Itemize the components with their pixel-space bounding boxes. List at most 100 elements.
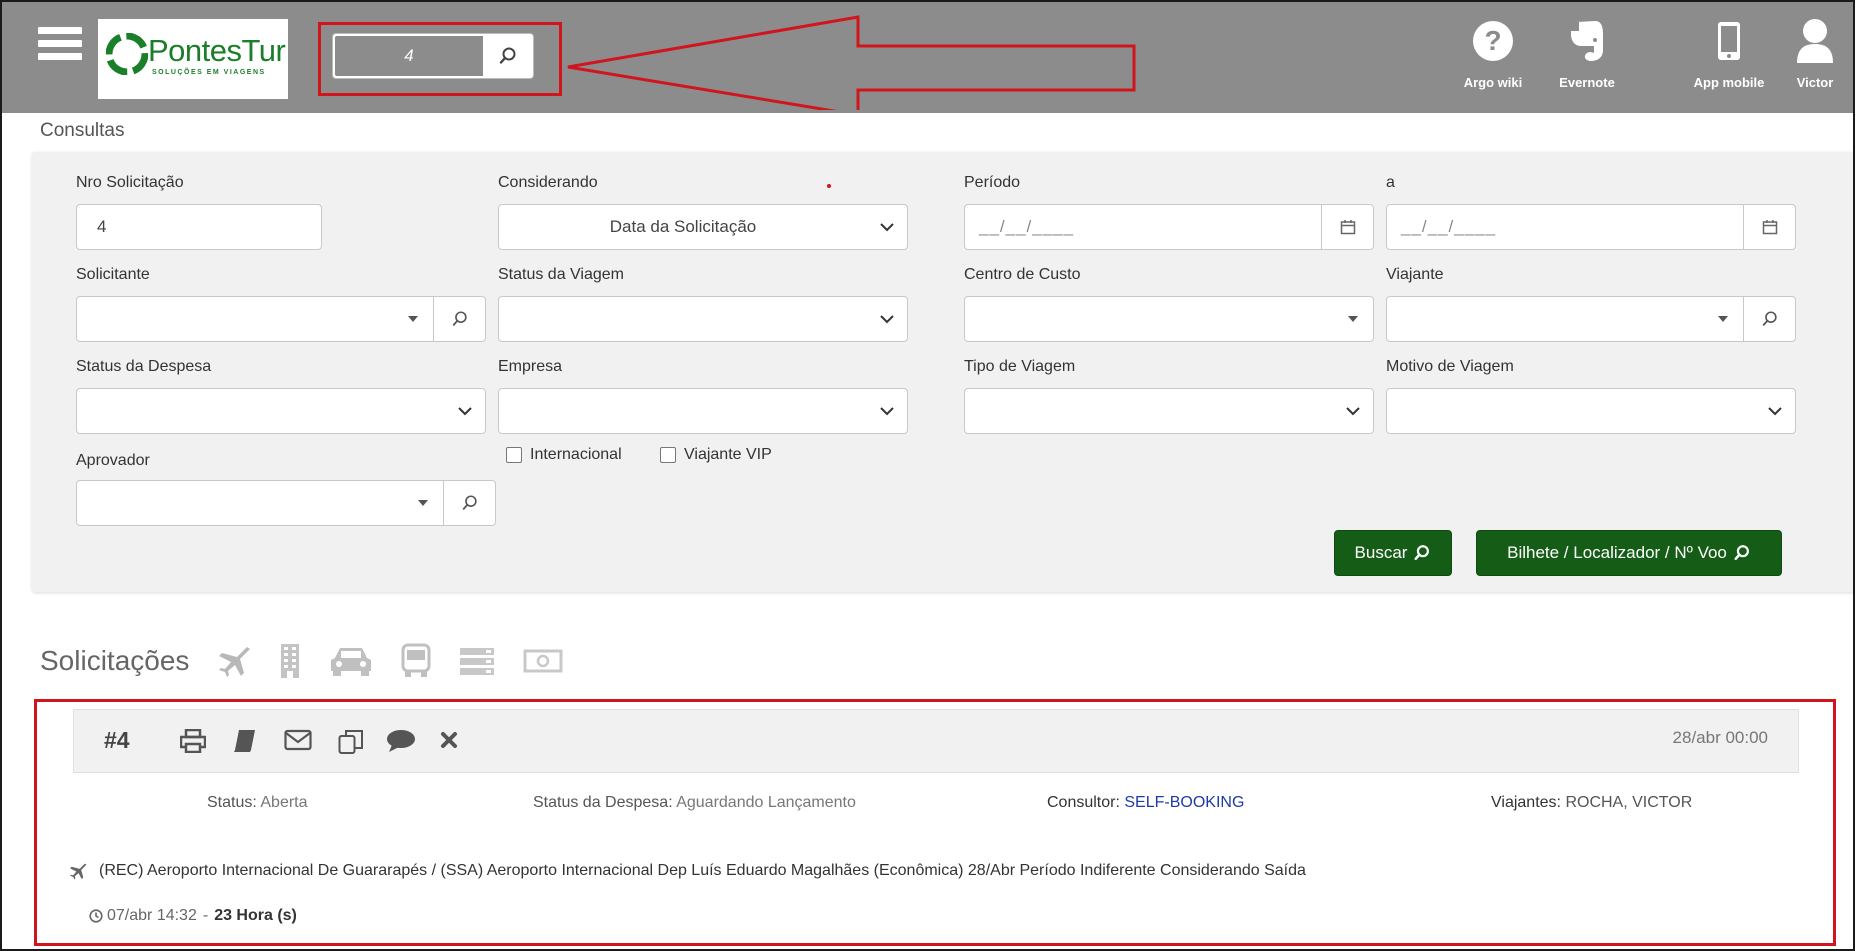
empresa-label: Empresa [498, 358, 563, 375]
motivo-viagem-select[interactable] [1386, 388, 1796, 434]
periodo-label: Período [964, 174, 1021, 191]
periodo-start-value: __/__/____ [979, 217, 1075, 236]
aprovador-select[interactable] [76, 480, 496, 526]
consultor-meta: Consultor: SELF-BOOKING [1047, 794, 1244, 812]
checkbox-box[interactable] [660, 447, 676, 463]
bus-icon[interactable] [401, 643, 431, 679]
request-duration: 23 Hora (s) [214, 907, 297, 924]
menu-icon[interactable] [38, 27, 82, 63]
despesa-value: Aguardando Lançamento [676, 794, 856, 811]
periodo-start-input[interactable]: __/__/____ [964, 204, 1374, 250]
print-icon[interactable] [179, 728, 207, 758]
clock-icon [89, 909, 103, 923]
argo-wiki-label: Argo wiki [1463, 75, 1523, 90]
status-meta: Status: Aberta [207, 794, 308, 812]
request-date: 28/abr 00:00 [1672, 728, 1768, 747]
viajante-label: Viajante [1386, 266, 1444, 283]
mobile-icon [1718, 22, 1740, 60]
consultor-label: Consultor: [1047, 794, 1120, 811]
empresa-select[interactable] [498, 388, 908, 434]
money-icon[interactable] [523, 648, 563, 674]
centro-custo-label: Centro de Custo [964, 266, 1081, 283]
buscar-button[interactable]: Buscar [1334, 530, 1452, 576]
search-icon [1734, 545, 1749, 561]
status-despesa-select[interactable] [76, 388, 486, 434]
checkbox-box[interactable] [506, 447, 522, 463]
logo-name: PontesTur [148, 33, 286, 68]
red-dot-marker [827, 184, 831, 188]
internacional-label: Internacional [530, 446, 622, 463]
argo-wiki-link[interactable]: ? Argo wiki [1448, 16, 1538, 90]
plane-icon[interactable] [217, 644, 251, 678]
search-icon[interactable] [1743, 297, 1795, 341]
viajante-select[interactable] [1386, 296, 1796, 342]
help-icon: ? [1473, 21, 1513, 61]
evernote-link[interactable]: Evernote [1542, 16, 1632, 90]
user-menu[interactable]: Victor [1775, 16, 1853, 90]
hotel-icon[interactable] [279, 642, 301, 680]
request-card-header: #4 28/abr 00:00 [73, 709, 1799, 773]
buscar-label: Buscar [1354, 543, 1408, 562]
chevron-down-icon [1333, 406, 1373, 416]
annotation-arrow [567, 15, 1136, 110]
top-bar: PontesTur SOLUÇÕES EM VIAGENS 4 ? Argo w… [2, 2, 1853, 113]
quick-search-input[interactable]: 4 [333, 34, 483, 78]
considerando-select[interactable]: Data da Solicitação [498, 204, 908, 250]
viajante-vip-checkbox[interactable]: Viajante VIP [660, 446, 772, 464]
nro-solicitacao-value: 4 [97, 217, 107, 236]
envelope-icon[interactable] [284, 729, 312, 756]
viajantes-meta: Viajantes: ROCHA, VICTOR [1491, 794, 1692, 812]
calendar-icon[interactable] [1321, 205, 1373, 249]
comment-icon[interactable] [386, 729, 416, 758]
svg-text:?: ? [1484, 25, 1501, 56]
nro-solicitacao-label: Nro Solicitação [76, 174, 184, 191]
status-value: Aberta [260, 794, 308, 811]
consultas-title: Consultas [40, 120, 125, 141]
centro-custo-select[interactable] [964, 296, 1374, 342]
viajante-vip-label: Viajante VIP [684, 446, 772, 463]
despesa-label: Status da Despesa: [533, 794, 673, 811]
nro-solicitacao-input[interactable]: 4 [76, 204, 322, 250]
periodo-end-input[interactable]: __/__/____ [1386, 204, 1796, 250]
bilhete-label: Bilhete / Localizador / Nº Voo [1507, 543, 1727, 562]
flight-route-text: (REC) Aeroporto Internacional De Guarara… [99, 862, 1306, 879]
viajantes-value: ROCHA, VICTOR [1565, 794, 1693, 811]
list-icon[interactable] [459, 646, 495, 676]
viajantes-label: Viajantes: [1491, 794, 1561, 811]
solicitacoes-header: Solicitações [40, 642, 563, 680]
solicitante-label: Solicitante [76, 266, 150, 283]
evernote-icon [1571, 21, 1603, 61]
status-viagem-select[interactable] [498, 296, 908, 342]
chevron-down-icon [445, 406, 485, 416]
evernote-label: Evernote [1559, 75, 1615, 90]
chevron-down-icon [867, 222, 907, 232]
caret-down-icon [393, 316, 433, 322]
user-icon [1797, 19, 1833, 63]
periodo-ate-label: a [1386, 174, 1395, 191]
quick-search-button[interactable] [483, 34, 533, 78]
search-icon[interactable] [443, 481, 495, 525]
logo[interactable]: PontesTur SOLUÇÕES EM VIAGENS [98, 19, 288, 99]
motivo-viagem-label: Motivo de Viagem [1386, 358, 1514, 375]
despesa-meta: Status da Despesa: Aguardando Lançamento [533, 794, 856, 812]
solicitante-select[interactable] [76, 296, 486, 342]
filter-panel: Nro Solicitação 4 Considerando Data da S… [32, 152, 1853, 592]
internacional-checkbox[interactable]: Internacional [506, 446, 622, 464]
status-despesa-label: Status da Despesa [76, 358, 212, 375]
solicitacoes-title: Solicitações [40, 645, 190, 676]
flight-route[interactable]: (REC) Aeroporto Internacional De Guarara… [69, 862, 1306, 880]
bilhete-localizador-button[interactable]: Bilhete / Localizador / Nº Voo [1476, 530, 1782, 576]
calendar-icon[interactable] [1743, 205, 1795, 249]
copy-icon[interactable] [338, 729, 364, 760]
tipo-viagem-select[interactable] [964, 388, 1374, 434]
caret-down-icon [1333, 316, 1373, 322]
search-icon[interactable] [433, 297, 485, 341]
request-number[interactable]: #4 [104, 727, 130, 754]
close-icon[interactable] [440, 729, 458, 756]
car-icon[interactable] [329, 644, 373, 678]
app-mobile-link[interactable]: App mobile [1684, 16, 1774, 90]
page: PontesTur SOLUÇÕES EM VIAGENS 4 ? Argo w… [0, 0, 1855, 951]
periodo-end-value: __/__/____ [1401, 217, 1497, 236]
consultor-value: SELF-BOOKING [1124, 794, 1245, 811]
book-icon[interactable] [234, 729, 256, 758]
